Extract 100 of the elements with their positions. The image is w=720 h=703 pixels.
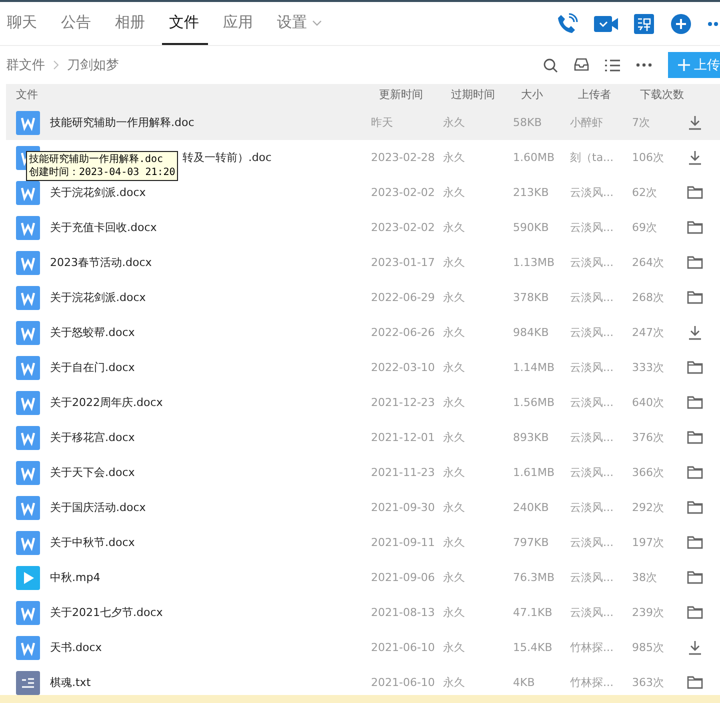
file-size: 47.1KB <box>513 606 554 619</box>
uploader: 云淡风... <box>570 500 614 515</box>
tab[interactable]: 应用 <box>216 2 262 45</box>
update-time: 2022-06-26 <box>371 326 436 339</box>
inbox-icon[interactable] <box>574 58 589 72</box>
file-size: 378KB <box>513 291 550 304</box>
download-icon[interactable] <box>688 150 702 164</box>
folder-icon[interactable] <box>687 536 703 549</box>
file-name: 技能研究辅助一作用解释.doc <box>50 115 194 130</box>
video-file-icon <box>16 566 40 590</box>
folder-icon[interactable] <box>687 396 703 409</box>
file-size: 797KB <box>513 536 550 549</box>
tab[interactable]: 聊天 <box>0 2 46 45</box>
file-name: 关于国庆活动.docx <box>50 500 146 515</box>
download-icon[interactable] <box>688 116 702 130</box>
download-count: 640次 <box>632 395 665 410</box>
folder-icon[interactable] <box>687 431 703 444</box>
more-icon[interactable] <box>636 63 652 67</box>
tooltip: 技能研究辅助一作用解释.doc 创建时间：2023-04-03 21:20 <box>26 150 178 180</box>
column-header[interactable]: 文件 <box>6 87 371 102</box>
file-row[interactable]: 天书.docx 2021-06-10 永久 15.4KB 竹林探... 985次 <box>6 630 720 665</box>
download-icon[interactable] <box>688 326 702 340</box>
document-icon <box>16 110 40 134</box>
tab[interactable]: 文件 <box>162 2 208 45</box>
file-row[interactable]: 2023春节活动.docx 2023-01-17 永久 1.13MB 云淡风... 264次 <box>6 245 720 280</box>
file-row[interactable]: 关于怒蛟帮.docx 2022-06-26 永久 984KB 云淡风... 247次 <box>6 315 720 350</box>
uploader: 云淡风... <box>570 185 614 200</box>
download-count: 247次 <box>632 325 665 340</box>
file-row[interactable]: 关于中秋节.docx 2021-09-11 永久 797KB 云淡风... 197次 <box>6 525 720 560</box>
expiry: 永久 <box>443 325 466 340</box>
download-count: 38次 <box>632 570 658 585</box>
file-row[interactable]: 棋魂.txt 2021-06-10 永久 4KB 竹林探... 363次 <box>6 665 720 695</box>
document-icon <box>16 320 40 344</box>
tab[interactable]: 相册 <box>108 2 154 45</box>
column-header[interactable]: 上传者 <box>578 87 640 102</box>
document-icon <box>16 286 40 310</box>
file-size: 893KB <box>513 431 550 444</box>
column-header[interactable]: 更新时间 <box>371 87 451 102</box>
file-row[interactable]: 关于自在门.docx 2022-03-10 永久 1.14MB 云淡风... 333次 <box>6 350 720 385</box>
file-row[interactable]: 中秋.mp4 2021-09-06 永久 76.3MB 云淡风... 38次 <box>6 560 720 595</box>
expiry: 永久 <box>443 185 466 200</box>
phone-icon[interactable] <box>556 12 578 34</box>
file-name: 关于怒蛟帮.docx <box>50 325 135 340</box>
file-row[interactable]: 关于天下会.docx 2021-11-23 永久 1.61MB 云淡风... 366次 <box>6 455 720 490</box>
breadcrumb-link[interactable]: 群文件 <box>6 56 45 74</box>
file-row[interactable]: 关于充值卡回收.docx 2023-02-02 永久 590KB 云淡风... 69次 <box>6 210 720 245</box>
file-name: 关于天下会.docx <box>50 465 135 480</box>
tab[interactable]: 公告 <box>54 2 100 45</box>
folder-icon[interactable] <box>687 571 703 584</box>
expiry: 永久 <box>443 500 466 515</box>
column-header[interactable]: 下载次数 <box>640 87 688 102</box>
expiry: 永久 <box>443 430 466 445</box>
download-count: 366次 <box>632 465 665 480</box>
document-icon <box>16 600 40 624</box>
video-camera-icon[interactable] <box>594 14 618 32</box>
folder-icon[interactable] <box>687 466 703 479</box>
file-row[interactable]: 关于国庆活动.docx 2021-09-30 永久 240KB 云淡风... 292次 <box>6 490 720 525</box>
download-count: 264次 <box>632 255 665 270</box>
search-icon[interactable] <box>543 58 558 72</box>
file-size: 213KB <box>513 186 550 199</box>
download-icon[interactable] <box>688 640 702 654</box>
file-size: 1.13MB <box>513 256 556 269</box>
file-row[interactable]: 关于2022周年庆.docx 2021-12-23 永久 1.56MB 云淡风... 640次 <box>6 385 720 420</box>
folder-icon[interactable] <box>687 291 703 304</box>
folder-icon[interactable] <box>687 186 703 199</box>
folder-icon[interactable] <box>687 256 703 269</box>
tab[interactable]: 设置 <box>270 2 331 45</box>
document-icon <box>16 636 40 660</box>
update-time: 2021-06-10 <box>371 641 436 654</box>
update-time: 2023-01-17 <box>371 256 436 269</box>
folder-icon[interactable] <box>687 361 703 374</box>
column-header[interactable]: 大小 <box>521 87 578 102</box>
column-header[interactable]: 过期时间 <box>451 87 521 102</box>
uploader: 云淡风... <box>570 465 614 480</box>
file-name: 关于充值卡回收.docx <box>50 220 157 235</box>
file-name: 关于浣花剑派.docx <box>50 290 146 305</box>
download-count: 363次 <box>632 675 665 690</box>
file-row[interactable]: 关于2021七夕节.docx 2021-08-13 永久 47.1KB 云淡风... 239次 <box>6 595 720 630</box>
more-icon[interactable] <box>708 22 720 26</box>
file-name: 关于2021七夕节.docx <box>50 605 163 620</box>
download-count: 985次 <box>632 640 665 655</box>
file-row[interactable]: 关于移花宫.docx 2021-12-01 永久 893KB 云淡风... 376次 <box>6 420 720 455</box>
chevron-icon <box>53 60 59 70</box>
file-name: 2023春节活动.docx <box>50 255 152 270</box>
folder-icon[interactable] <box>687 221 703 234</box>
add-icon[interactable] <box>670 12 692 34</box>
expiry: 永久 <box>443 115 466 130</box>
folder-icon[interactable] <box>687 501 703 514</box>
expiry: 永久 <box>443 535 466 550</box>
file-row[interactable]: 技能研究辅助一作用解释.doc 昨天 永久 58KB 小醉虾 7次 <box>6 105 720 140</box>
download-count: 239次 <box>632 605 665 620</box>
folder-icon[interactable] <box>687 676 703 689</box>
file-row[interactable]: 关于浣花剑派.docx 2022-06-29 永久 378KB 云淡风... 268次 <box>6 280 720 315</box>
download-count: 69次 <box>632 220 658 235</box>
update-time: 2021-06-10 <box>371 676 436 689</box>
folder-icon[interactable] <box>687 606 703 619</box>
uploader: 云淡风... <box>570 570 614 585</box>
list-icon[interactable] <box>605 58 620 72</box>
file-size: 58KB <box>513 116 543 129</box>
update-time: 2021-08-13 <box>371 606 436 619</box>
